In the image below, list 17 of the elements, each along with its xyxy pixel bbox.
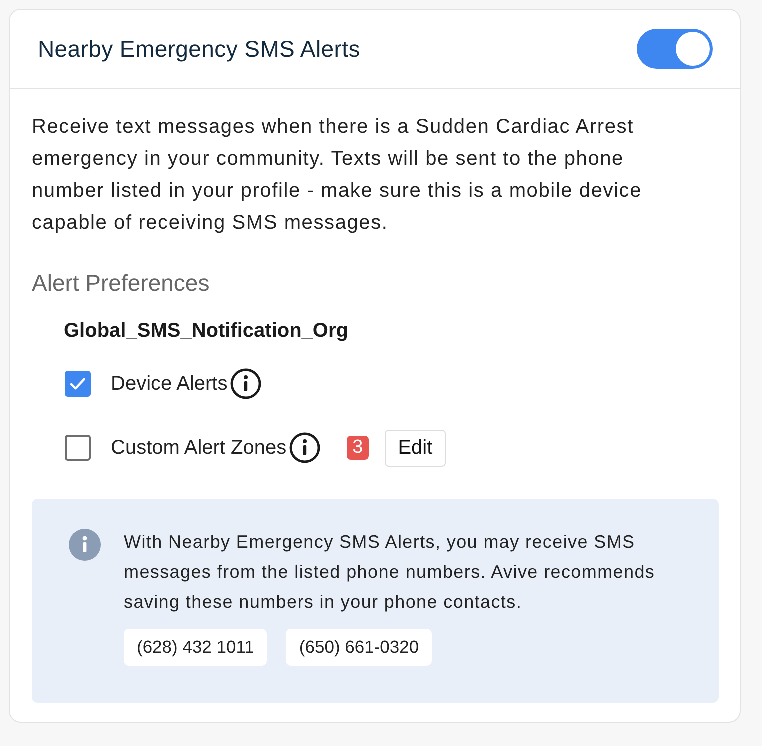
edit-button[interactable]: Edit [385,430,446,466]
info-icon[interactable] [230,368,262,400]
phone-number-chip: (628) 432 1011 [124,629,268,666]
option-label: Device Alerts [111,372,228,396]
card-title: Nearby Emergency SMS Alerts [38,36,360,62]
option-label: Custom Alert Zones [111,436,287,460]
checkbox[interactable] [65,371,91,397]
info-icon [69,529,101,561]
phone-number-chip: (650) 661-0320 [286,629,432,666]
group-name: Global_SMS_Notification_Org [64,320,350,343]
count-badge: 3 [346,436,370,460]
toggle-switch[interactable] [637,29,713,69]
checkbox[interactable] [65,435,91,461]
notice-text: With Nearby Emergency SMS Alerts, you may receive SMS messages from the listed phone numbers. Avive recommends saving these numbers in your phone contacts. [124,531,656,614]
description-text: Receive text messages when there is a Sudden Cardiac Arrest emergency in your community. Texts will be sent to the phone number listed in your profile - make sure this is a mobile device capable of receiving SMS messages. [32,115,644,236]
section-heading: Alert Preferences [32,270,211,297]
info-icon[interactable] [288,432,321,464]
